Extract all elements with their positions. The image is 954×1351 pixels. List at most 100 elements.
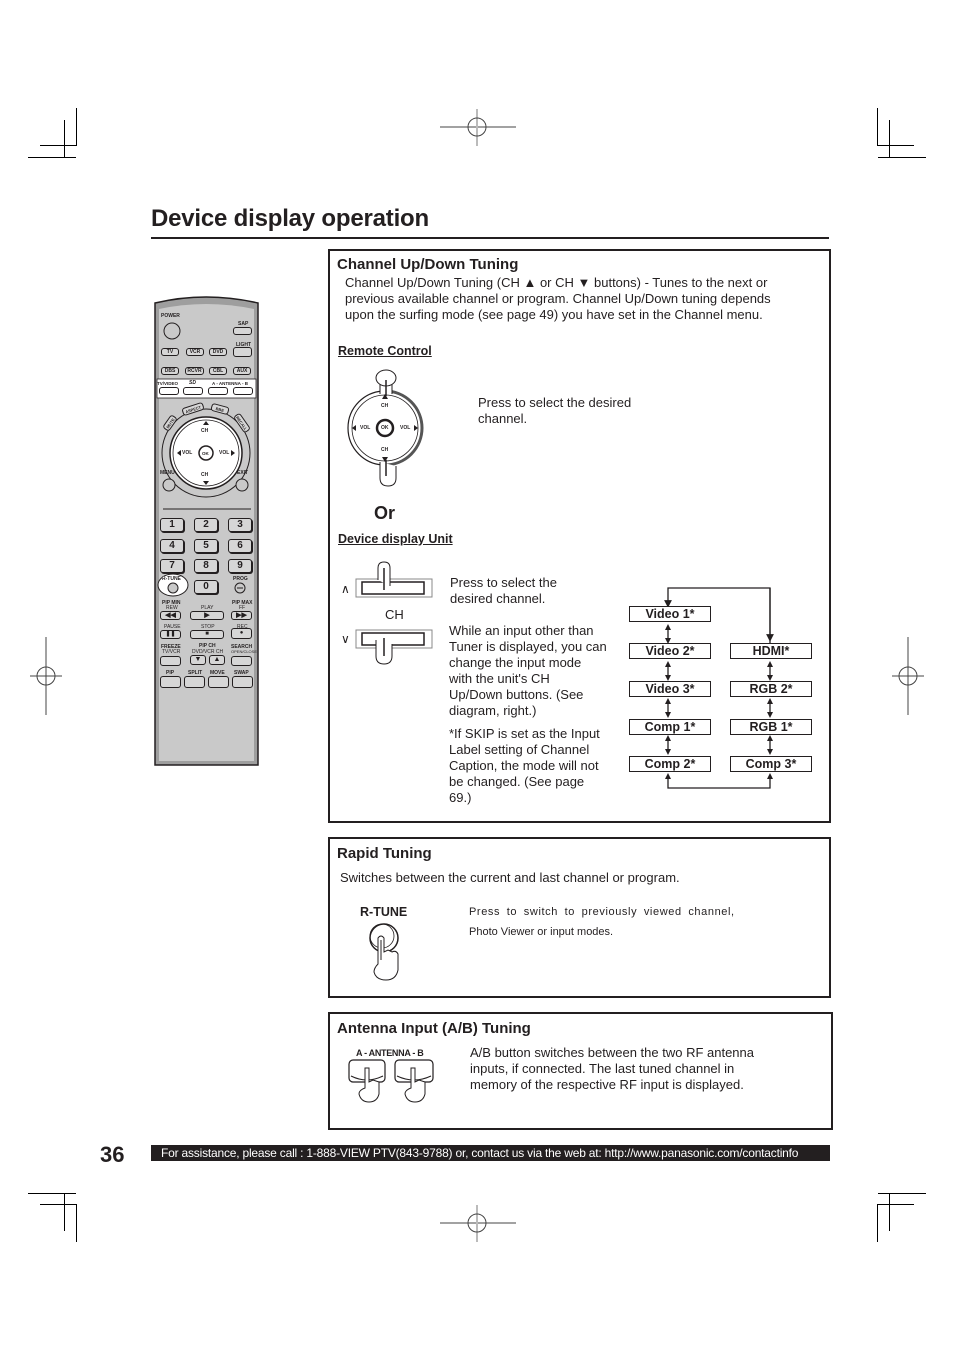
remote-key-1: 1: [160, 518, 184, 532]
r-tune-press-text: Press to switch to previously viewed cha…: [469, 902, 735, 942]
remote-key-2: 2: [194, 518, 218, 532]
remote-cbl-button: CBL: [209, 367, 227, 375]
r-tune-button-illustration: [369, 923, 399, 981]
pause-icon: ❚❚: [160, 630, 181, 639]
rewind-icon: ◀◀: [160, 611, 181, 620]
text-line: 69.): [449, 790, 472, 805]
flow-box-video-3: Video 3*: [629, 681, 711, 697]
remote-antenna-a-button: [208, 387, 228, 395]
text-line: Caption, the mode will not: [449, 758, 599, 773]
text-line: Photo Viewer or input modes.: [469, 926, 614, 938]
registration-mark-left: [30, 637, 62, 715]
unit-ch-label: CH: [385, 607, 404, 622]
text-line: change the input mode: [449, 655, 582, 670]
description-line: Channel Up/Down Tuning (CH ▲ or CH ▼ but…: [345, 275, 768, 290]
text-line: desired channel.: [450, 591, 546, 606]
antenna-description: A/B button switches between the two RF a…: [470, 1045, 754, 1093]
unit-down-symbol: ∨: [341, 632, 350, 646]
record-icon: ●: [231, 628, 252, 639]
remote-vcr-button: VCR: [186, 348, 204, 356]
flow-box-hdmi: HDMI*: [730, 643, 812, 659]
remote-pip-button: [160, 676, 181, 688]
text-line: be changed. (See page: [449, 774, 585, 789]
text-line: channel.: [478, 411, 528, 426]
remote-antenna-b-button: [233, 387, 253, 395]
r-tune-label: R-TUNE: [360, 905, 408, 919]
remote-control-illustration: POWER SAP LIGHT TV VCR DVD DBS RCVR CBL …: [153, 295, 260, 767]
channel-tuning-title: Channel Up/Down Tuning: [337, 256, 519, 273]
registration-mark-bottom: [440, 1205, 516, 1242]
page-number: 36: [100, 1142, 125, 1167]
remote-key-7: 7: [160, 559, 184, 573]
text-line: *If SKIP is set as the Input: [449, 726, 600, 741]
skip-note-text: *If SKIP is set as the Input Label setti…: [449, 726, 600, 806]
flow-box-video-2: Video 2*: [629, 643, 711, 659]
remote-move-button: [208, 676, 229, 688]
channel-tuning-description: Channel Up/Down Tuning (CH ▲ or CH ▼ but…: [345, 275, 771, 323]
remote-vol-right-label: VOL: [219, 450, 230, 456]
play-icon: ▶: [190, 611, 224, 620]
antenna-input-title: Antenna Input (A/B) Tuning: [337, 1020, 531, 1037]
unit-press-text: Press to select the desired channel.: [450, 575, 557, 607]
registration-mark-right: [892, 637, 924, 715]
unit-up-symbol: ∧: [341, 582, 350, 596]
text-line: Up/Down buttons. (See: [449, 687, 584, 702]
or-label: Or: [374, 503, 396, 523]
flow-box-comp-1: Comp 1*: [629, 719, 711, 735]
unit-note-text: While an input other than Tuner is displ…: [449, 623, 607, 719]
text-line: memory of the respective RF input is dis…: [470, 1077, 744, 1092]
remote-open-close-label: OPEN/CLOSE: [231, 649, 258, 654]
remote-rcvr-button: RCVR: [185, 367, 204, 375]
registration-mark-top: [440, 109, 516, 146]
text-line: While an input other than: [449, 623, 594, 638]
remote-tv-vcr-label: TV/VCR: [162, 649, 181, 655]
sd-card-icon: SD: [189, 380, 196, 386]
remote-key-6: 6: [228, 539, 252, 553]
text-line: A/B button switches between the two RF a…: [470, 1045, 755, 1060]
triangle-down-icon: ▼: [190, 655, 206, 665]
text-line: inputs, if connected. The last tuned cha…: [470, 1061, 735, 1076]
antenna-ab-buttons-illustration: [348, 1059, 434, 1103]
flow-box-video-1: Video 1*: [629, 606, 711, 622]
flow-box-rgb-1: RGB 1*: [730, 719, 812, 735]
dial-vol-right-label: VOL: [400, 425, 411, 431]
title-rule: [151, 237, 829, 239]
dial-ok-label: OK: [381, 425, 389, 431]
text-line: Press to select the: [450, 575, 557, 590]
flow-box-comp-2: Comp 2*: [629, 756, 711, 772]
rapid-tuning-description: Switches between the current and last ch…: [340, 870, 680, 885]
remote-light-button: [233, 347, 252, 357]
remote-swap-button: [232, 676, 253, 688]
remote-rtune-label: R-TUNE: [162, 576, 181, 582]
remote-key-4: 4: [160, 539, 184, 553]
text-line: Tuner is displayed, you can: [449, 639, 607, 654]
device-display-unit-label: Device display Unit: [338, 532, 453, 546]
remote-exit-label: EXIT: [237, 470, 249, 476]
text-line: Press to switch to previously viewed cha…: [469, 906, 735, 918]
remote-menu-label: MENU: [160, 470, 175, 476]
remote-split-button: [184, 676, 205, 688]
text-line: Press to select the desired: [478, 395, 632, 410]
remote-press-text: Press to select the desired channel.: [478, 395, 631, 427]
fast-forward-icon: ▶▶: [231, 611, 252, 620]
remote-antenna-label: A - ANTENNA - B: [212, 381, 248, 386]
description-line: upon the surfing mode (see page 49) you …: [345, 307, 763, 322]
remote-vol-left-label: VOL: [182, 450, 193, 456]
remote-power-label: POWER: [161, 313, 180, 319]
remote-ok-label: OK: [202, 451, 209, 456]
triangle-up-icon: ▲: [209, 655, 225, 665]
assistance-footer: For assistance, please call : 1-888-VIEW…: [151, 1145, 830, 1161]
right-double-arrows: [767, 661, 773, 755]
dial-vol-left-label: VOL: [360, 425, 371, 431]
remote-tv-video-label: TV/VIDEO: [157, 381, 179, 386]
remote-key-9: 9: [228, 559, 252, 573]
remote-freeze-button: [160, 656, 181, 666]
remote-ch-up-label: CH: [201, 428, 209, 434]
text-line: diagram, right.): [449, 703, 537, 718]
remote-key-8: 8: [194, 559, 218, 573]
description-line: previous available channel or program. C…: [345, 291, 771, 306]
remote-dvd-button: DVD: [209, 348, 227, 356]
text-line: Label setting of Channel: [449, 742, 590, 757]
flow-box-rgb-2: RGB 2*: [730, 681, 812, 697]
dial-ch-up-label: CH: [381, 403, 389, 409]
